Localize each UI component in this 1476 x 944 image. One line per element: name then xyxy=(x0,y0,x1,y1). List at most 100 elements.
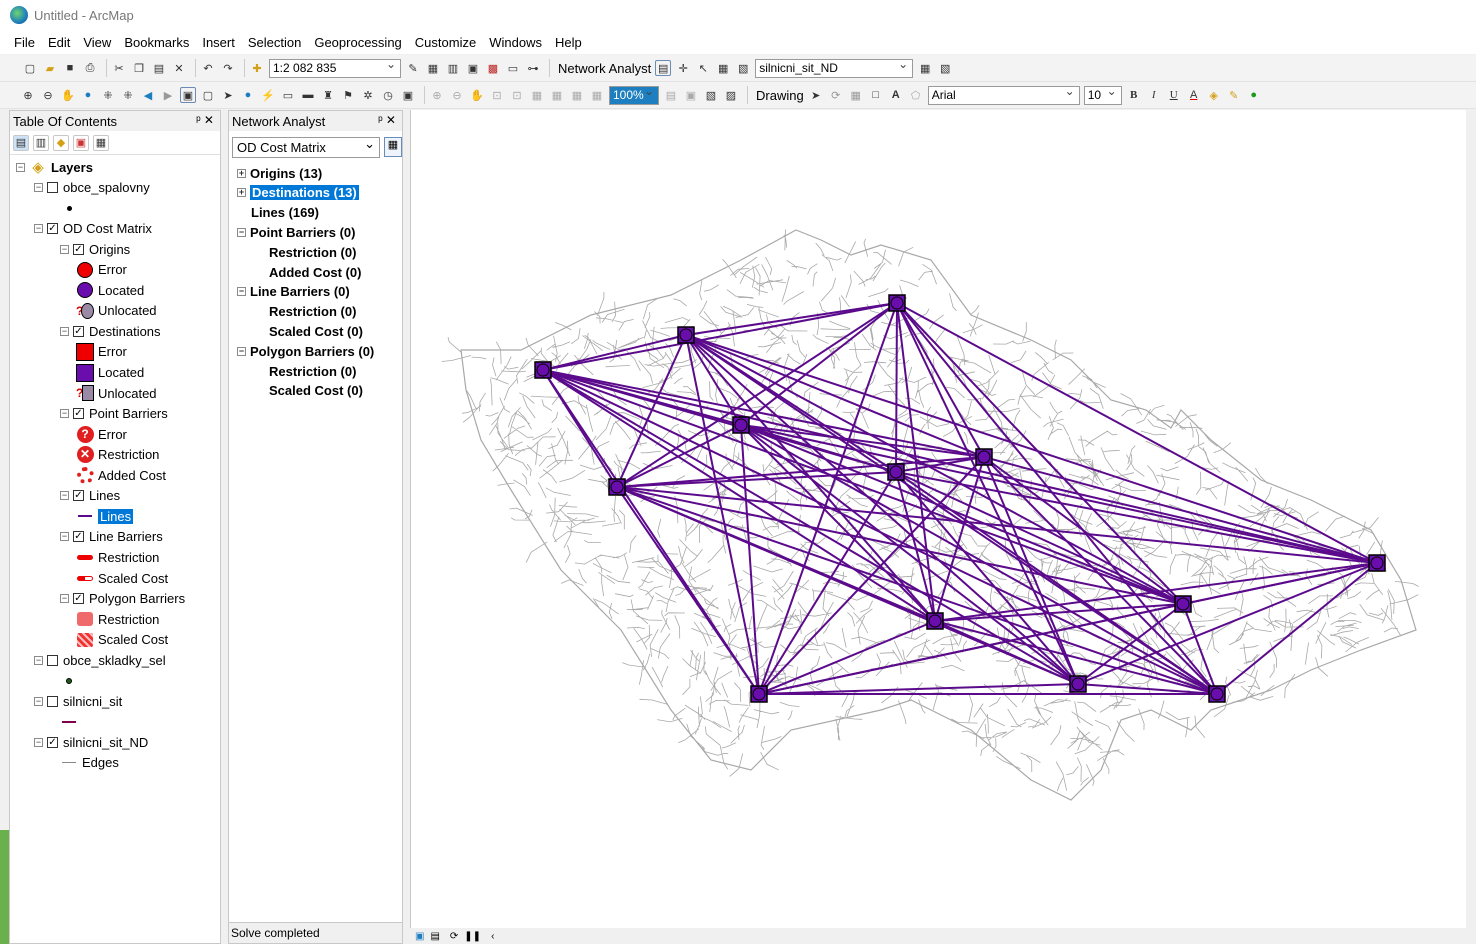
origin-point[interactable] xyxy=(536,363,550,377)
toc-row[interactable]: Restriction xyxy=(76,547,159,567)
rotate-icon[interactable]: ⟳ xyxy=(828,87,844,103)
expander-icon[interactable]: − xyxy=(60,409,69,419)
cut-icon[interactable]: ✂ xyxy=(111,60,127,76)
font-color-icon[interactable]: A xyxy=(1186,87,1202,103)
origin-point[interactable] xyxy=(752,687,766,701)
back-extent-icon[interactable]: ◀ xyxy=(140,87,156,103)
toc-row[interactable]: Error xyxy=(76,342,127,362)
expander-icon[interactable]: + xyxy=(237,188,246,198)
menu-windows[interactable]: Windows xyxy=(489,35,542,50)
copy-icon[interactable]: ❐ xyxy=(131,60,147,76)
od-line[interactable] xyxy=(758,620,936,695)
add-data-icon[interactable]: ✚ xyxy=(249,60,265,76)
origin-point[interactable] xyxy=(1370,556,1384,570)
bold-icon[interactable]: B xyxy=(1126,87,1142,103)
marker-color-icon[interactable]: ● xyxy=(1246,87,1262,103)
expander-icon[interactable]: − xyxy=(237,346,246,356)
expander-icon[interactable]: − xyxy=(60,244,69,254)
text-tool-icon[interactable]: A xyxy=(888,87,904,103)
horizontal-scrollbar[interactable]: ▣ ▤ ⟳ ❚❚ ‹ xyxy=(410,928,1476,944)
zoom-selected-elements-icon[interactable]: ▦ xyxy=(848,87,864,103)
clear-selection-icon[interactable]: ▢ xyxy=(200,87,216,103)
list-by-source-icon[interactable]: ▥ xyxy=(33,134,49,151)
time-slider-icon[interactable]: ◷ xyxy=(380,87,396,103)
na-pin-close-icon[interactable]: ᵖ ✕ xyxy=(378,113,396,127)
menu-bookmarks[interactable]: Bookmarks xyxy=(124,35,189,50)
layout-zoom-percent-combo[interactable]: 100% xyxy=(609,84,659,105)
scroll-left-icon[interactable]: ‹ xyxy=(491,931,494,942)
origin-point[interactable] xyxy=(889,465,903,479)
rectangle-tool-icon[interactable]: □ xyxy=(868,87,884,103)
print-icon[interactable]: ⎙ xyxy=(82,60,98,76)
toc-row[interactable]: − ✓ Destinations xyxy=(60,321,161,341)
create-viewer-icon[interactable]: ▣ xyxy=(400,87,416,103)
na-row[interactable]: Restriction (0) xyxy=(269,302,356,322)
zoom-out-icon[interactable]: ⊖ xyxy=(40,87,56,103)
catalog-icon[interactable]: ▥ xyxy=(445,60,461,76)
table-icon[interactable]: ▦ xyxy=(425,60,441,76)
list-by-drawing-order-icon[interactable]: ▤ xyxy=(13,134,29,151)
expander-icon[interactable]: − xyxy=(237,227,246,237)
layout-view-icon[interactable]: ▤ xyxy=(430,931,439,942)
underline-icon[interactable]: U xyxy=(1166,87,1182,103)
visibility-checkbox[interactable]: ✓ xyxy=(47,223,58,235)
visibility-checkbox[interactable] xyxy=(47,182,58,194)
edit-vertices-icon[interactable]: ⬠ xyxy=(908,87,924,103)
origin-point[interactable] xyxy=(679,328,693,342)
expander-icon[interactable]: − xyxy=(60,491,69,501)
toc-row[interactable]: − ✓ Polygon Barriers xyxy=(60,589,185,609)
toc-row[interactable]: − ✓ Point Barriers xyxy=(60,404,168,424)
toc-row[interactable]: − silnicni_sit xyxy=(34,691,122,711)
find-route-icon[interactable]: ⚑ xyxy=(340,87,356,103)
layer-properties-icon[interactable]: ▦ xyxy=(384,137,402,157)
expander-icon[interactable]: − xyxy=(237,287,246,297)
redo-icon[interactable]: ↷ xyxy=(220,60,236,76)
directions-icon[interactable]: ▧ xyxy=(735,60,751,76)
menu-selection[interactable]: Selection xyxy=(248,35,301,50)
od-line[interactable] xyxy=(896,302,1079,685)
list-by-visibility-icon[interactable]: ◆ xyxy=(53,134,69,151)
od-line[interactable] xyxy=(685,302,898,336)
line-color-icon[interactable]: ✎ xyxy=(1226,87,1242,103)
od-line[interactable] xyxy=(896,302,1184,605)
visibility-checkbox[interactable]: ✓ xyxy=(73,325,84,337)
origin-point[interactable] xyxy=(734,418,748,432)
toc-row[interactable]: Located xyxy=(76,280,144,300)
menu-geoprocessing[interactable]: Geoprocessing xyxy=(314,35,401,50)
toc-row[interactable]: − obce_skladky_sel xyxy=(34,650,166,670)
arctoolbox-icon[interactable]: ▩ xyxy=(485,60,501,76)
visibility-checkbox[interactable] xyxy=(47,695,58,707)
expander-icon[interactable]: + xyxy=(237,168,246,178)
od-line[interactable] xyxy=(758,456,985,695)
hyperlink-icon[interactable]: ⚡ xyxy=(260,87,276,103)
find-icon[interactable]: ♜ xyxy=(320,87,336,103)
toc-row[interactable]: − ✓ Origins xyxy=(60,239,130,259)
visibility-checkbox[interactable]: ✓ xyxy=(73,593,84,605)
html-popup-icon[interactable]: ▭ xyxy=(280,87,296,103)
layout-back-icon[interactable]: ▦ xyxy=(549,87,565,103)
select-features-icon[interactable]: ▣ xyxy=(180,87,196,103)
expander-icon[interactable]: − xyxy=(34,655,43,665)
network-analyst-menu[interactable]: Network Analyst xyxy=(558,61,651,76)
fill-color-icon[interactable]: ◈ xyxy=(1206,87,1222,103)
pin-close-icon[interactable]: ᵖ ✕ xyxy=(196,113,214,127)
forward-extent-icon[interactable]: ▶ xyxy=(160,87,176,103)
toc-row[interactable]: Located xyxy=(76,363,144,383)
full-extent-icon[interactable]: ● xyxy=(80,87,96,103)
network-identify-icon[interactable]: ▧ xyxy=(937,60,953,76)
origin-point[interactable] xyxy=(890,296,904,310)
expander-icon[interactable]: − xyxy=(34,224,43,234)
toc-row[interactable]: − ✓ Line Barriers xyxy=(60,527,163,547)
visibility-checkbox[interactable]: ✓ xyxy=(73,490,84,502)
na-row[interactable]: Restriction (0) xyxy=(269,242,356,262)
menu-edit[interactable]: Edit xyxy=(48,35,70,50)
new-document-icon[interactable]: ▢ xyxy=(22,60,38,76)
od-line[interactable] xyxy=(685,334,1184,605)
analysis-layer-combo[interactable]: OD Cost Matrix xyxy=(232,136,380,158)
na-row[interactable]: Restriction (0) xyxy=(269,361,356,381)
menu-help[interactable]: Help xyxy=(555,35,582,50)
pause-drawing-icon[interactable]: ❚❚ xyxy=(464,931,481,942)
na-row[interactable]: Scaled Cost (0) xyxy=(269,321,363,341)
build-network-icon[interactable]: ▦ xyxy=(917,60,933,76)
create-network-location-icon[interactable]: ✛ xyxy=(675,60,691,76)
